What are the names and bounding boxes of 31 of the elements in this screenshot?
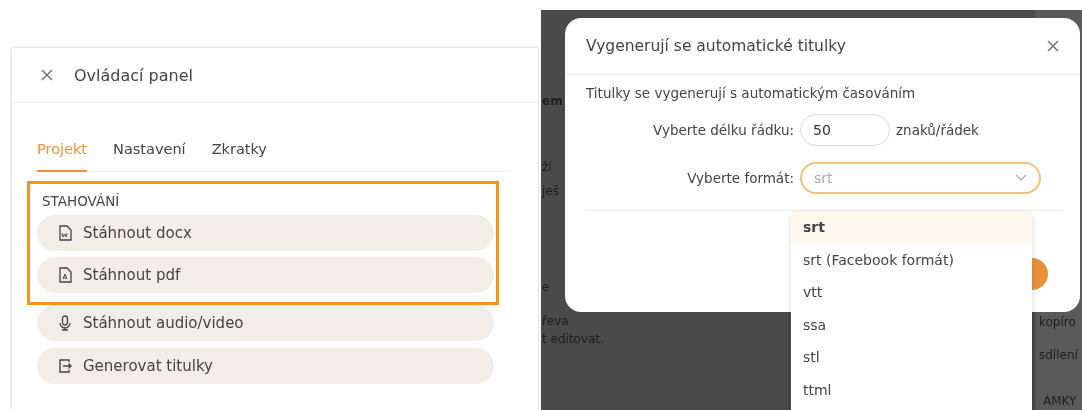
dropdown-option[interactable]: ttml xyxy=(791,373,1032,406)
field-label: Vyberte délku řádku: xyxy=(652,122,794,138)
dropdown-option[interactable]: vtt xyxy=(791,276,1032,309)
export-icon xyxy=(57,358,73,374)
dialog-title: Vygenerují se automatické titulky xyxy=(586,37,846,55)
panel-title: Ovládací panel xyxy=(74,65,193,85)
tab[interactable]: Nastavení xyxy=(113,141,186,172)
background-text: sdílení xyxy=(1039,348,1078,362)
action-button[interactable]: Stáhnout docx xyxy=(37,215,494,251)
description: Titulky se vygenerují s automatickým časováním xyxy=(586,85,917,101)
microphone-icon xyxy=(57,315,73,331)
dropdown-option[interactable]: stl xyxy=(791,341,1032,374)
word-document-icon xyxy=(57,225,73,241)
tab[interactable]: Zkratky xyxy=(211,141,267,172)
close-icon xyxy=(40,68,54,82)
dropdown-option[interactable]: ssa xyxy=(791,308,1032,341)
action-button[interactable]: Stáhnout audio/video xyxy=(37,305,494,341)
close-button[interactable] xyxy=(1046,39,1060,53)
close-icon xyxy=(1046,39,1060,53)
line-length-field[interactable]: 50 xyxy=(800,114,890,146)
dropdown-option[interactable]: srt (Facebook formát) xyxy=(791,243,1032,276)
chevron-down-icon xyxy=(1015,174,1027,182)
field-label: Vyberte formát: xyxy=(686,170,794,186)
background-text: ÁMKY xyxy=(1043,394,1077,408)
section-title: STAHOVÁNÍ xyxy=(42,193,121,209)
background-text: kopíro xyxy=(1039,315,1076,329)
dropdown-option[interactable]: srt xyxy=(791,211,1032,244)
action-button[interactable]: Stáhnout pdf xyxy=(37,257,494,293)
action-button[interactable]: Generovat titulky xyxy=(37,348,494,384)
unit-label: znaků/řádek xyxy=(896,122,979,138)
pdf-document-icon xyxy=(57,267,73,283)
